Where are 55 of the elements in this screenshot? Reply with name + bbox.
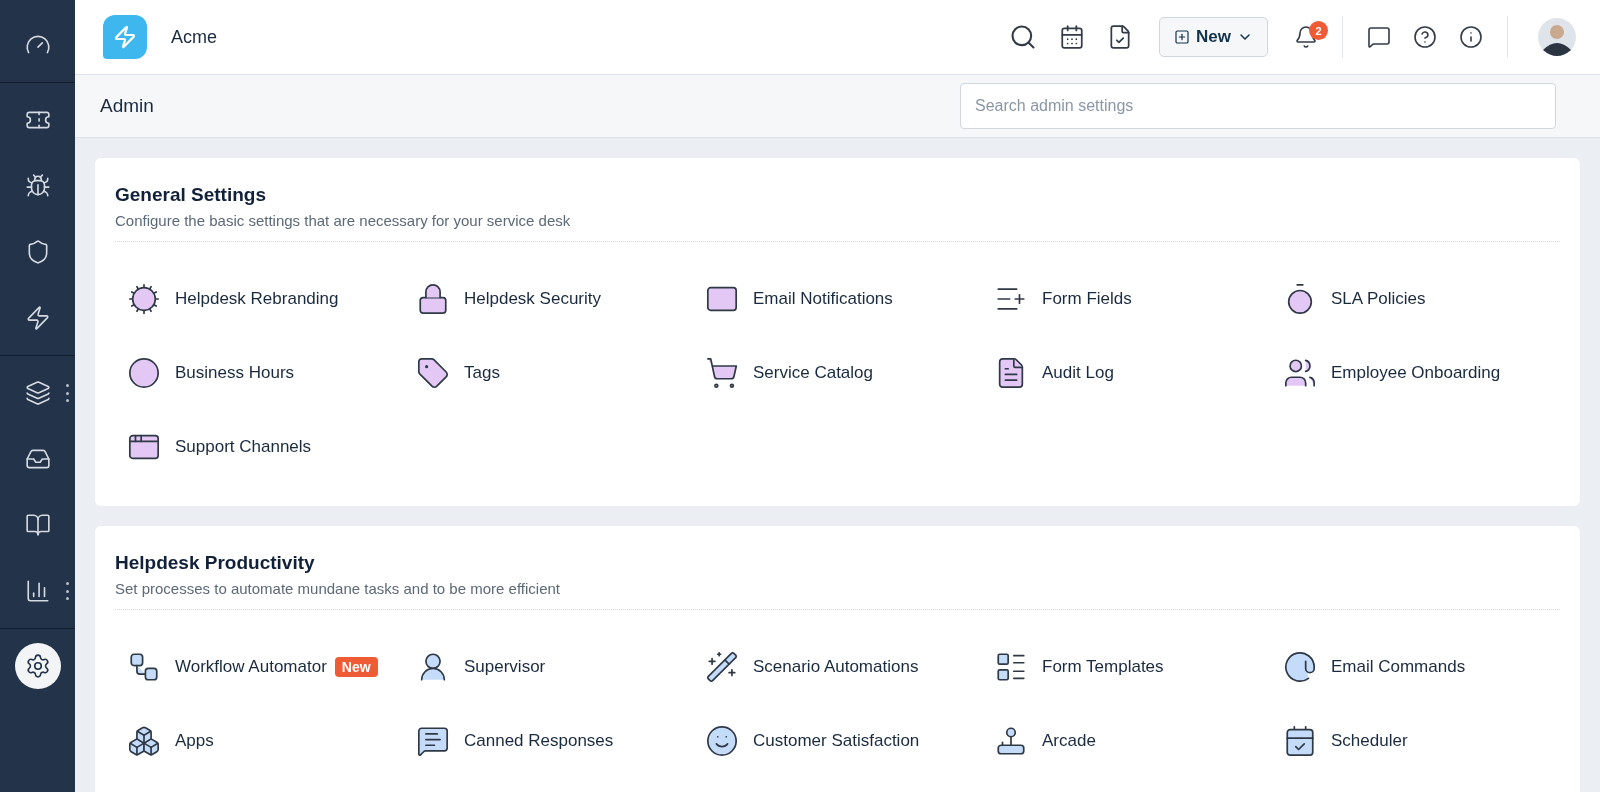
section-title: Helpdesk Productivity (115, 552, 316, 574)
search-field[interactable]: Search admin settings (960, 83, 1556, 129)
bug-icon (24, 173, 51, 199)
section-description: Set processes to automate mundane tasks and to be more efficient (115, 580, 1560, 610)
app-name: Acme (171, 26, 218, 48)
notification-count: 2 (1309, 21, 1328, 40)
settings-link[interactable]: Arcade (982, 704, 1271, 778)
people-icon (1283, 356, 1317, 390)
settings-link[interactable]: Service Catalog (693, 336, 982, 410)
settings-link[interactable]: SLA Policies (1271, 262, 1560, 336)
joystick-icon (994, 724, 1028, 758)
more-icon[interactable] (65, 582, 69, 600)
form-icon (994, 650, 1028, 684)
magic-wand-icon (705, 650, 739, 684)
settings-link[interactable]: Email Notifications (693, 262, 982, 336)
settings-link[interactable]: Support Channels (115, 410, 404, 484)
section-title: General Settings (115, 184, 267, 206)
section-description: Configure the basic settings that are necessary for your service desk (115, 212, 1560, 242)
settings-link[interactable]: Workflow Automator New (115, 630, 404, 704)
settings-link[interactable]: Tags (404, 336, 693, 410)
settings-link[interactable]: Form Fields (982, 262, 1271, 336)
logo-icon (103, 15, 147, 59)
layers-icon (24, 380, 51, 406)
settings-link[interactable]: Helpdesk Security (404, 262, 693, 336)
settings-link[interactable]: Employee Onboarding (1271, 336, 1560, 410)
flowchart-icon (127, 650, 161, 684)
bell-icon (1294, 25, 1318, 49)
calendar-icon (1283, 724, 1317, 758)
cubes-icon (127, 724, 161, 758)
sidebar-item[interactable] (14, 643, 61, 689)
padlock-icon (416, 282, 450, 316)
settings-link[interactable]: Supervisor (404, 630, 693, 704)
settings-icon (24, 653, 51, 679)
settings-link[interactable]: Audit Log (982, 336, 1271, 410)
settings-link[interactable]: Helpdesk Rebranding (115, 262, 404, 336)
tag-icon (416, 356, 450, 390)
settings-link[interactable]: Scheduler (1271, 704, 1560, 778)
settings-link[interactable]: Email Commands (1271, 630, 1560, 704)
speech-bubble-icon (416, 724, 450, 758)
settings-link[interactable]: Apps (115, 704, 404, 778)
settings-link[interactable]: Canned Responses (404, 704, 693, 778)
settings-link[interactable]: Business Hours (115, 336, 404, 410)
book-icon (24, 512, 51, 538)
more-icon[interactable] (65, 384, 69, 402)
cart-icon (705, 356, 739, 390)
smiley-icon (705, 724, 739, 758)
new-badge: New (334, 657, 378, 677)
new-button[interactable]: New (1159, 17, 1268, 57)
settings-link[interactable]: Customer Satisfaction (693, 704, 982, 778)
settings-link[interactable]: Scenario Automations (693, 630, 982, 704)
settings-link[interactable]: Form Templates (982, 630, 1271, 704)
page-title: Admin (100, 95, 154, 117)
bar-chart-icon (24, 578, 51, 604)
avatar[interactable] (1538, 18, 1576, 56)
plus-icon (1174, 29, 1191, 45)
